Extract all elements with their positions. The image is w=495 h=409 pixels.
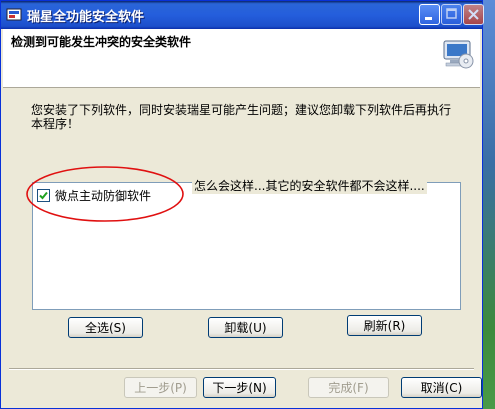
highlight-ellipse: [26, 166, 184, 222]
maximize-button[interactable]: [441, 4, 462, 25]
close-icon: [468, 9, 479, 20]
computer-disc-icon: [441, 39, 475, 75]
maximize-icon: [446, 8, 457, 19]
select-all-button[interactable]: 全选(S): [68, 317, 143, 338]
instruction-text: 您安装了下列软件，同时安装瑞星可能产生问题；建议您卸载下列软件后再执行本程序！: [31, 103, 452, 131]
app-icon: [6, 7, 22, 22]
installer-window: 瑞星全功能安全软件 检测到可能发生冲突的安全类软件 您安装了下列软件，同时安装瑞…: [0, 0, 484, 409]
desktop-background-strip: [483, 0, 495, 409]
finish-button[interactable]: 完成(F): [308, 377, 389, 398]
cancel-button[interactable]: 取消(C): [401, 377, 482, 398]
wizard-header: 检测到可能发生冲突的安全类软件: [3, 29, 480, 88]
page-title: 检测到可能发生冲突的安全类软件: [11, 35, 192, 49]
back-button[interactable]: 上一步(P): [124, 377, 197, 398]
close-button[interactable]: [463, 4, 484, 25]
footer-divider: [9, 368, 474, 370]
minimize-button[interactable]: [419, 4, 440, 25]
window-title: 瑞星全功能安全软件: [27, 10, 145, 25]
minimize-icon: [425, 17, 432, 20]
next-button[interactable]: 下一步(N): [203, 377, 276, 398]
uninstall-button[interactable]: 卸载(U): [208, 317, 283, 338]
title-bar[interactable]: 瑞星全功能安全软件: [1, 1, 484, 29]
refresh-button[interactable]: 刷新(R): [347, 315, 422, 336]
annotation-note: 怎么会这样...其它的安全软件都不会这样....: [192, 177, 427, 194]
